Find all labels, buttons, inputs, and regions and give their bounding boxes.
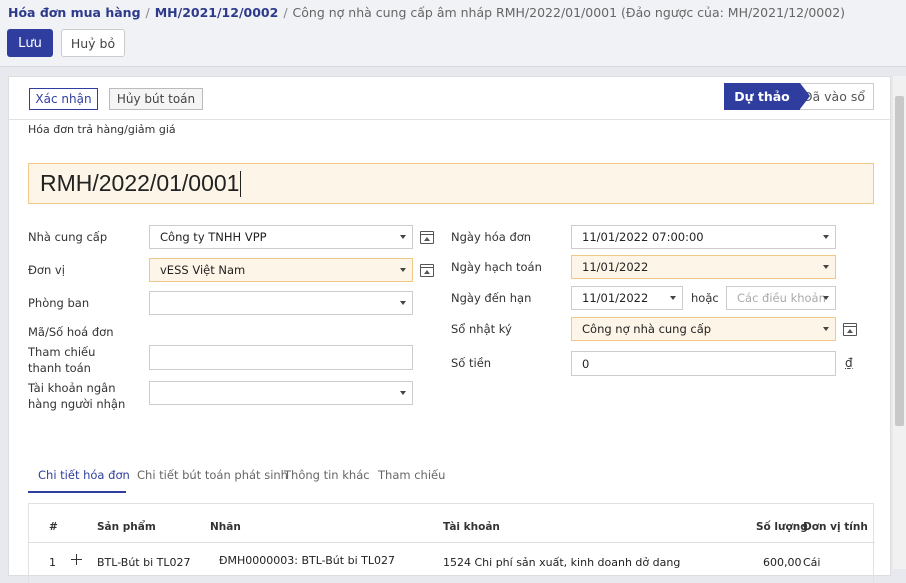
status-draft[interactable]: Dự thảo (724, 83, 810, 110)
amount-value: 0 (582, 356, 590, 371)
tab-invoice-lines[interactable]: Chi tiết hóa đơn (38, 457, 130, 492)
or-label: hoặc (691, 291, 719, 305)
payment-terms-select[interactable]: Các điều khoản (726, 286, 836, 310)
column-header-quantity[interactable]: Số lượng (756, 521, 808, 533)
breadcrumb-separator: / (145, 5, 150, 20)
breadcrumb-current: Công nợ nhà cung cấp âm nháp RMH/2022/01… (292, 5, 846, 20)
company-label: Đơn vị (28, 263, 65, 277)
currency-symbol: ₫ (845, 356, 853, 370)
invoice-date-label: Ngày hóa đơn (451, 230, 532, 244)
column-header-account[interactable]: Tài khoản (443, 521, 500, 533)
breadcrumb-parent[interactable]: MH/2021/12/0002 (155, 5, 279, 20)
form-sheet: Xác nhận Hủy bút toán Đã vào sổ Dự thảo … (8, 76, 892, 583)
status-posted[interactable]: Đã vào sổ (800, 83, 874, 110)
row-index: 1 (49, 556, 56, 569)
control-panel: Hóa đơn mua hàng / MH/2021/12/0002 / Công nợ… (0, 0, 906, 67)
payment-reference-label: Tham chiếu thanh toán (28, 345, 96, 375)
payment-reference-input[interactable] (149, 345, 413, 370)
bank-account-select[interactable] (149, 381, 413, 405)
chevron-down-icon (400, 391, 406, 395)
breadcrumb-separator: / (283, 5, 288, 20)
row-label[interactable]: ĐMH0000003: BTL-Bút bi TL027 (219, 554, 395, 567)
amount-input[interactable]: 0 (571, 351, 836, 376)
vendor-value: Công ty TNHH VPP (160, 230, 267, 244)
cancel-entry-button[interactable]: Hủy bút toán (109, 88, 203, 110)
journal-label: Sổ nhật ký (451, 322, 512, 336)
document-name-field[interactable]: RMH/2022/01/0001 (28, 163, 874, 204)
text-cursor (240, 170, 242, 197)
journal-select[interactable]: Công nợ nhà cung cấp (571, 317, 836, 341)
due-date-value: 11/01/2022 (582, 291, 649, 305)
column-header-index: # (49, 521, 58, 533)
tab-references[interactable]: Tham chiếu (378, 457, 445, 492)
breadcrumb-root[interactable]: Hóa đơn mua hàng (8, 5, 141, 20)
discard-button[interactable]: Huỷ bỏ (61, 29, 125, 57)
column-header-label[interactable]: Nhãn (210, 521, 241, 533)
scrollbar[interactable] (893, 76, 906, 569)
payment-terms-placeholder: Các điều khoản (737, 291, 826, 305)
confirm-button[interactable]: Xác nhận (29, 88, 98, 110)
column-header-uom[interactable]: Đơn vị tính (803, 521, 868, 533)
department-label: Phòng ban (28, 296, 90, 310)
drag-handle-icon[interactable] (71, 554, 82, 565)
external-link-icon[interactable] (420, 264, 434, 277)
row-quantity[interactable]: 600,00 (763, 556, 802, 569)
row-product[interactable]: BTL-Bút bi TL027 (97, 556, 190, 569)
company-select[interactable]: vESS Việt Nam (149, 258, 413, 282)
accounting-date-label: Ngày hạch toán (451, 260, 542, 274)
journal-value: Công nợ nhà cung cấp (582, 322, 712, 336)
chevron-down-icon (670, 296, 676, 300)
invoice-number-label: Mã/Số hoá đơn (28, 325, 114, 339)
invoice-date-input[interactable]: 11/01/2022 07:00:00 (571, 225, 836, 249)
document-type: Hóa đơn trả hàng/giảm giá (28, 123, 176, 136)
invoice-lines-table: # Sản phẩm Nhãn Tài khoản Số lượng Đơn v… (28, 503, 875, 583)
row-uom[interactable]: Cái (803, 556, 820, 569)
external-link-icon[interactable] (420, 231, 434, 244)
company-value: vESS Việt Nam (160, 263, 246, 277)
scrollbar-thumb[interactable] (895, 96, 904, 426)
chevron-down-icon (400, 235, 406, 239)
department-select[interactable] (149, 291, 413, 315)
header-divider (29, 542, 875, 543)
save-button[interactable]: Lưu (7, 29, 53, 57)
accounting-date-input[interactable]: 11/01/2022 (571, 255, 836, 279)
vendor-label: Nhà cung cấp (28, 230, 108, 244)
status-bar: Xác nhận Hủy bút toán Đã vào sổ Dự thảo (9, 77, 892, 120)
external-link-icon[interactable] (843, 323, 857, 336)
breadcrumb: Hóa đơn mua hàng / MH/2021/12/0002 / Công nợ… (8, 5, 845, 20)
chevron-down-icon (823, 327, 829, 331)
chevron-down-icon (823, 265, 829, 269)
tab-other-info[interactable]: Thông tin khác (284, 457, 370, 492)
due-date-input[interactable]: 11/01/2022 (571, 286, 683, 310)
accounting-date-value: 11/01/2022 (582, 260, 649, 274)
document-name: RMH/2022/01/0001 (40, 170, 240, 196)
invoice-date-value: 11/01/2022 07:00:00 (582, 230, 704, 244)
active-tab-indicator (28, 491, 126, 493)
row-account[interactable]: 1524 Chi phí sản xuất, kinh doanh dở dan… (443, 556, 680, 569)
chevron-down-icon (400, 301, 406, 305)
notebook-tabs: Chi tiết hóa đơn Chi tiết bút toán phát … (28, 457, 874, 493)
chevron-down-icon (823, 235, 829, 239)
due-date-label: Ngày đến hạn (451, 291, 532, 305)
bank-account-label: Tài khoản ngân hàng người nhận (28, 381, 126, 411)
tab-journal-items[interactable]: Chi tiết bút toán phát sinh (137, 457, 288, 492)
chevron-down-icon (823, 296, 829, 300)
amount-label: Số tiền (451, 356, 492, 370)
vendor-select[interactable]: Công ty TNHH VPP (149, 225, 413, 249)
column-header-product[interactable]: Sản phẩm (97, 521, 156, 533)
chevron-down-icon (400, 268, 406, 272)
